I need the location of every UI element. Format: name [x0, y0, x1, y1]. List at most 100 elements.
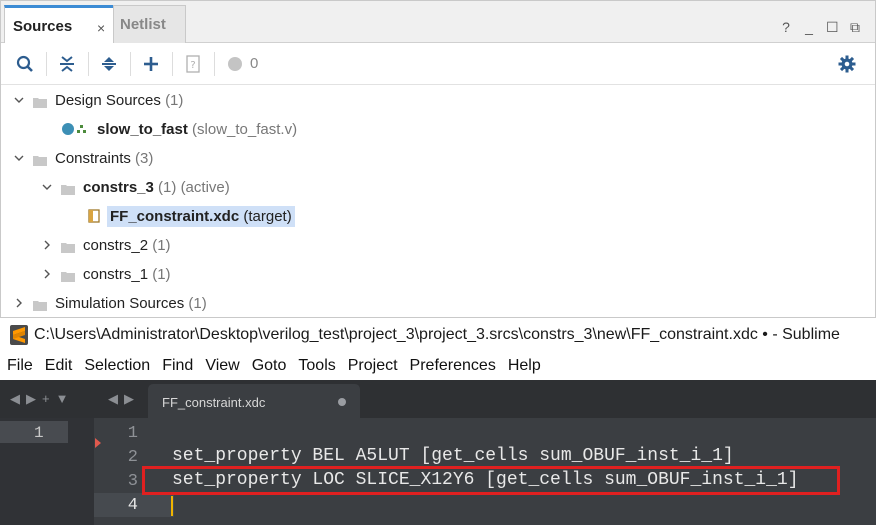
- search-icon[interactable]: [13, 52, 37, 76]
- folder-icon: [61, 240, 75, 253]
- menu-preferences[interactable]: Preferences: [410, 357, 496, 375]
- tab-nav: ◀ ▶: [108, 391, 134, 407]
- gutter-line: 3: [94, 469, 146, 493]
- tree-item-simulation-sources[interactable]: Simulation Sources (1): [13, 290, 207, 316]
- chevron-right-icon[interactable]: [13, 297, 25, 309]
- sources-tree: Design Sources (1) slow_to_fast (slow_to…: [1, 85, 875, 317]
- sidebar-line-number: 1: [34, 424, 44, 442]
- editor-tab-bar: ◀ ▶ + ▼ ◀ ▶ FF_constraint.xdc: [0, 380, 876, 418]
- tree-label: Constraints: [55, 149, 131, 167]
- tree-count: (1): [152, 265, 171, 283]
- tree-item-design-sources[interactable]: Design Sources (1): [13, 87, 183, 113]
- tree-label: FF_constraint.xdc: [110, 207, 240, 225]
- panel-window-controls: ? _ ☐ ⧉: [780, 19, 861, 36]
- sidebar-nav: ◀ ▶ + ▼: [10, 391, 68, 407]
- tree-count: (1): [188, 294, 207, 312]
- panel-tab-bar: Sources × Netlist ? _ ☐ ⧉: [1, 1, 875, 43]
- next-tab-icon[interactable]: ▶: [124, 391, 134, 407]
- menu-tools[interactable]: Tools: [298, 357, 335, 375]
- back-arrow-icon[interactable]: ◀: [10, 391, 20, 407]
- window-title-bar: C:\Users\Administrator\Desktop\verilog_t…: [0, 318, 876, 352]
- tree-item-slow-to-fast[interactable]: slow_to_fast (slow_to_fast.v): [61, 116, 297, 142]
- menu-edit[interactable]: Edit: [45, 357, 73, 375]
- line-number: 1: [127, 424, 138, 443]
- folder-icon: [61, 269, 75, 282]
- chevron-down-icon[interactable]: [13, 94, 25, 106]
- tab-label: FF_constraint.xdc: [162, 395, 266, 410]
- tree-item-constraints[interactable]: Constraints (3): [13, 145, 153, 171]
- forward-arrow-icon[interactable]: ▶: [26, 391, 36, 407]
- tab-netlist[interactable]: Netlist: [113, 5, 186, 43]
- tree-label: constrs_2: [83, 236, 149, 254]
- tree-label: Design Sources: [55, 91, 161, 109]
- close-icon[interactable]: ×: [97, 20, 105, 36]
- folder-icon: [61, 182, 75, 195]
- minimap-sidebar: 1: [0, 418, 94, 525]
- annotation-highlight-box: [142, 466, 840, 495]
- tree-item-ff-constraint[interactable]: FF_constraint.xdc (target): [87, 203, 295, 229]
- menu-find[interactable]: Find: [162, 357, 193, 375]
- tree-file: (slow_to_fast.v): [192, 120, 298, 138]
- sublime-logo-icon: [10, 325, 28, 345]
- menu-project[interactable]: Project: [348, 357, 398, 375]
- svg-text:?: ?: [190, 60, 195, 71]
- vivado-sources-panel: Sources × Netlist ? _ ☐ ⧉ ? 0 Design Sou…: [0, 0, 876, 318]
- module-icon: [61, 122, 91, 136]
- gear-icon[interactable]: [835, 52, 859, 76]
- folder-icon: [33, 298, 47, 311]
- menu-bar: File Edit Selection Find View Goto Tools…: [0, 352, 876, 380]
- tree-item-constrs-1[interactable]: constrs_1 (1): [41, 261, 171, 287]
- menu-view[interactable]: View: [205, 357, 239, 375]
- line-number: 2: [127, 448, 138, 467]
- selected-item: FF_constraint.xdc (target): [107, 205, 295, 227]
- menu-selection[interactable]: Selection: [84, 357, 150, 375]
- gutter-line: 1: [94, 421, 146, 445]
- help-icon[interactable]: ?: [780, 19, 792, 36]
- unsaved-dot-icon[interactable]: [338, 398, 346, 406]
- properties-icon[interactable]: ?: [181, 52, 205, 76]
- add-sources-icon[interactable]: [139, 52, 163, 76]
- line-number: 3: [127, 472, 138, 491]
- expand-all-icon[interactable]: [97, 52, 121, 76]
- text-caret: [171, 496, 173, 516]
- maximize-icon[interactable]: ☐: [826, 19, 839, 36]
- dropdown-icon[interactable]: ▼: [56, 391, 69, 407]
- chevron-down-icon[interactable]: [41, 181, 53, 193]
- tree-label: constrs_3: [83, 178, 154, 196]
- code-line[interactable]: set_property BEL A5LUT [get_cells sum_OB…: [172, 446, 734, 466]
- tree-item-constrs-2[interactable]: constrs_2 (1): [41, 232, 171, 258]
- folder-icon: [33, 153, 47, 166]
- float-icon[interactable]: ⧉: [849, 19, 861, 36]
- folder-icon: [33, 95, 47, 108]
- chevron-right-icon[interactable]: [41, 268, 53, 280]
- status-dot-icon: [223, 52, 247, 76]
- tree-status: (target): [243, 207, 292, 225]
- chevron-right-icon[interactable]: [41, 239, 53, 251]
- warning-count: 0: [250, 55, 259, 72]
- tab-ff-constraint[interactable]: FF_constraint.xdc: [148, 384, 360, 418]
- tree-count: (1): [158, 178, 177, 196]
- chevron-down-icon[interactable]: [13, 152, 25, 164]
- tab-sources-label: Sources: [13, 18, 73, 35]
- tree-count: (1): [152, 236, 171, 254]
- plus-icon[interactable]: +: [42, 391, 50, 407]
- tree-label: constrs_1: [83, 265, 149, 283]
- window-title: C:\Users\Administrator\Desktop\verilog_t…: [34, 326, 840, 343]
- tab-sources[interactable]: Sources ×: [4, 5, 114, 43]
- menu-help[interactable]: Help: [508, 357, 541, 375]
- tree-count: (1): [165, 91, 184, 109]
- menu-file[interactable]: File: [7, 357, 33, 375]
- prev-tab-icon[interactable]: ◀: [108, 391, 118, 407]
- constraint-file-icon: [87, 209, 101, 223]
- menu-goto[interactable]: Goto: [252, 357, 287, 375]
- tree-label: slow_to_fast: [97, 120, 188, 138]
- collapse-all-icon[interactable]: [55, 52, 79, 76]
- line-number: 4: [127, 496, 138, 515]
- editor-area[interactable]: 1 1 2 3 4 set_property BEL A5LUT [get_ce…: [0, 418, 876, 525]
- sources-toolbar: ? 0: [1, 43, 875, 85]
- gutter-line: 2: [94, 445, 146, 469]
- minimize-icon[interactable]: _: [803, 19, 815, 36]
- tree-label: Simulation Sources: [55, 294, 185, 312]
- sublime-window: C:\Users\Administrator\Desktop\verilog_t…: [0, 318, 876, 525]
- tree-item-constrs-3[interactable]: constrs_3 (1) (active): [41, 174, 230, 200]
